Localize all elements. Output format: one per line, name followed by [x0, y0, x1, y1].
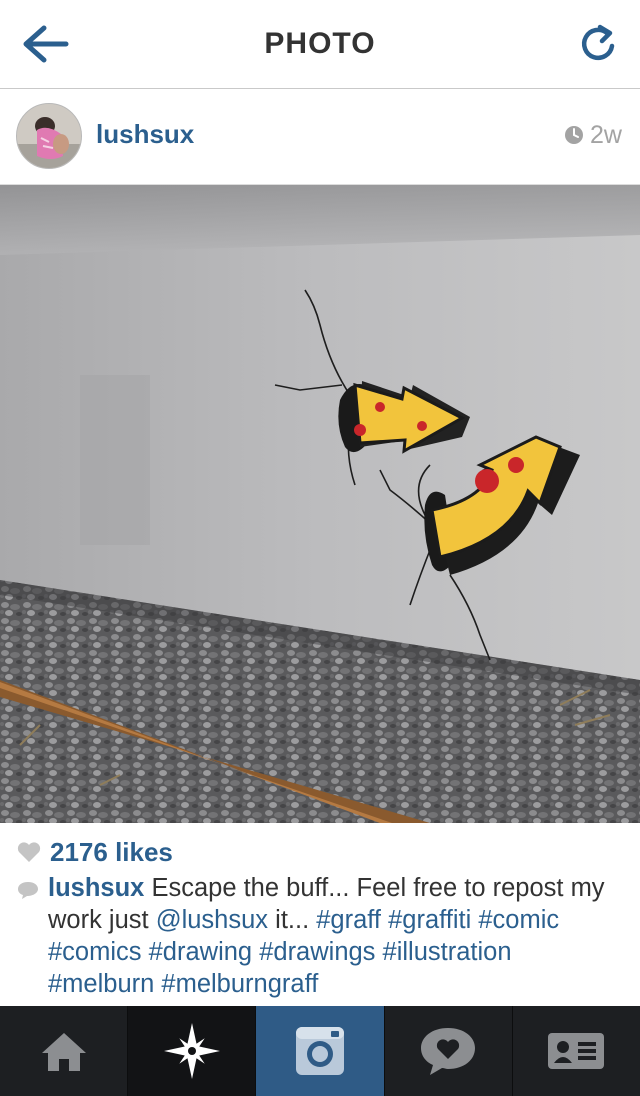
bottom-tab-bar — [0, 1006, 640, 1096]
hashtag[interactable]: #drawings — [259, 938, 375, 966]
hashtag[interactable]: #comics — [48, 938, 142, 966]
refresh-button[interactable] — [576, 22, 620, 66]
tab-profile[interactable] — [513, 1006, 640, 1096]
comment-bubble-icon — [18, 882, 38, 899]
top-nav-bar: PHOTO — [0, 0, 640, 89]
home-icon — [41, 1033, 86, 1071]
tab-home[interactable] — [0, 1006, 129, 1096]
refresh-icon — [581, 24, 615, 61]
hashtag[interactable]: #graffiti — [388, 906, 471, 934]
post-time: 2w — [564, 120, 622, 150]
profile-card-icon — [548, 1033, 605, 1069]
post-header: lushsux 2w — [0, 89, 640, 185]
hashtag[interactable]: #melburn — [48, 970, 154, 998]
caption-body-2: it... — [268, 906, 317, 934]
username[interactable]: lushsux — [96, 119, 194, 150]
avatar[interactable] — [16, 103, 82, 169]
caption-mention[interactable]: @lushsux — [156, 906, 268, 934]
caption-username[interactable]: lushsux — [48, 874, 144, 902]
clock-icon — [565, 126, 584, 144]
likes-count[interactable]: 2176 likes — [50, 837, 173, 868]
hashtag[interactable]: #comic — [478, 906, 559, 934]
heart-icon — [17, 842, 41, 862]
time-label: 2w — [590, 120, 622, 149]
caption-block: lushsux Escape the buff... Feel free to … — [16, 872, 620, 1000]
likes-row[interactable]: 2176 likes — [16, 836, 173, 868]
tab-activity[interactable] — [385, 1006, 513, 1096]
hashtag[interactable]: #illustration — [383, 938, 512, 966]
tab-explore[interactable] — [128, 1006, 257, 1096]
hashtag[interactable]: #drawing — [149, 938, 252, 966]
camera-icon — [296, 1027, 344, 1075]
page-title: PHOTO — [264, 27, 376, 60]
hashtag[interactable]: #melburngraff — [161, 970, 318, 998]
heart-bubble-icon — [421, 1028, 476, 1075]
compass-star-icon — [163, 1023, 220, 1079]
post-photo[interactable] — [0, 185, 640, 823]
caption-text: lushsux Escape the buff... Feel free to … — [48, 872, 620, 1000]
hashtag[interactable]: #graff — [316, 906, 381, 934]
tab-camera[interactable] — [256, 1006, 385, 1096]
